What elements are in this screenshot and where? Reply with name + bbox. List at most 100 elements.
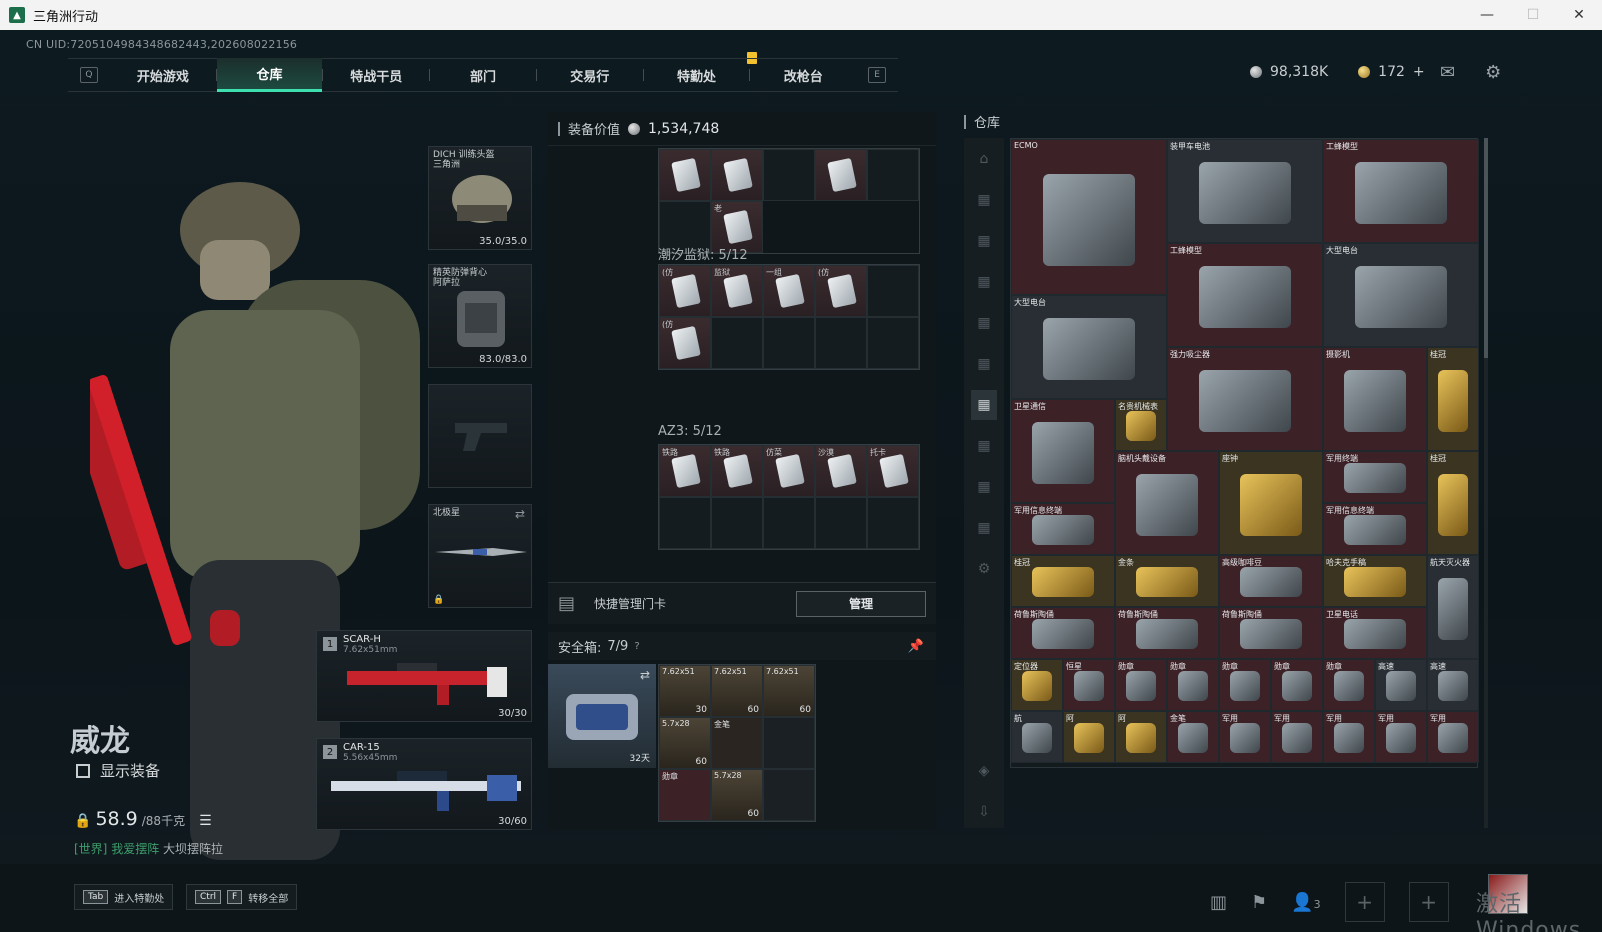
grid-item[interactable]: 铁路 bbox=[659, 445, 711, 497]
stash-item[interactable]: 桂冠 bbox=[1011, 555, 1115, 607]
manage-button[interactable]: 管理 bbox=[796, 590, 926, 617]
stash-item[interactable]: 军用终端 bbox=[1323, 451, 1427, 503]
settings-icon[interactable]: ⚙ bbox=[971, 554, 997, 584]
grid-item[interactable]: 仿菜 bbox=[763, 445, 815, 497]
flag-icon[interactable]: ⚑ bbox=[1251, 892, 1267, 913]
stash-item[interactable]: 大型电台 bbox=[1011, 295, 1167, 399]
stash-item[interactable]: 工蜂模型 bbox=[1167, 243, 1323, 347]
pistol-slot[interactable] bbox=[428, 384, 532, 488]
stash-item[interactable]: 军用 bbox=[1271, 711, 1323, 763]
stash-tab-icon[interactable]: ▦ bbox=[971, 185, 997, 215]
stash-item[interactable]: 航 bbox=[1011, 711, 1063, 763]
stash-tab-icon[interactable]: ⌂ bbox=[971, 144, 997, 174]
tab-market[interactable]: 交易行 bbox=[537, 58, 643, 92]
stash-item[interactable]: 座钟 bbox=[1219, 451, 1323, 555]
stats-icon[interactable]: ▥ bbox=[1210, 892, 1227, 913]
weapon-slot-1[interactable]: 1 SCAR-H 7.62x51mm 30/30 bbox=[316, 630, 532, 722]
stash-item[interactable]: 桂冠 bbox=[1427, 451, 1479, 555]
safebox-container[interactable]: ⇄ 32天 bbox=[548, 664, 656, 768]
stash-item[interactable]: 勋章 bbox=[1323, 659, 1375, 711]
stash-tab-icon[interactable]: ▦ bbox=[971, 472, 997, 502]
stash-item[interactable]: 脑机头戴设备 bbox=[1115, 451, 1219, 555]
grid-cell[interactable] bbox=[815, 317, 867, 369]
stash-item[interactable]: 卫星电话 bbox=[1323, 607, 1427, 659]
help-icon[interactable]: ? bbox=[634, 641, 639, 652]
grid-cell[interactable] bbox=[867, 265, 919, 317]
sort-icon[interactable]: ⇩ bbox=[971, 797, 997, 827]
maximize-button[interactable]: ☐ bbox=[1510, 0, 1556, 30]
pin-icon[interactable]: 📌 bbox=[908, 639, 924, 654]
stash-item[interactable]: 荷鲁斯陶俑 bbox=[1219, 607, 1323, 659]
tab-warehouse[interactable]: 仓库 bbox=[216, 58, 323, 92]
stash-item[interactable]: ECMO bbox=[1011, 139, 1167, 295]
stash-item[interactable]: 名贵机械表 bbox=[1115, 399, 1167, 451]
safe-item[interactable]: 勋章 bbox=[659, 769, 711, 821]
swap-icon[interactable]: ⇄ bbox=[515, 507, 525, 521]
minimize-button[interactable]: — bbox=[1464, 0, 1510, 30]
grid-item[interactable]: 沙漠 bbox=[815, 445, 867, 497]
stash-item[interactable]: 工蜂模型 bbox=[1323, 139, 1479, 243]
grid-item[interactable]: (仿 bbox=[815, 265, 867, 317]
stash-tab-icon[interactable]: ▦ bbox=[971, 226, 997, 256]
grid-item[interactable] bbox=[815, 149, 867, 201]
enter-special-ops-button[interactable]: Tab 进入特勤处 bbox=[74, 884, 174, 910]
gear-icon[interactable]: ⚙ bbox=[1485, 62, 1501, 83]
grid-item[interactable]: (仿 bbox=[659, 317, 711, 369]
grid-cell[interactable] bbox=[711, 317, 763, 369]
grid-item[interactable] bbox=[711, 149, 763, 201]
safebox-swap-icon[interactable]: ⇄ bbox=[640, 668, 650, 682]
safe-item[interactable]: 5.7x28 60 bbox=[711, 769, 763, 821]
grid-cell[interactable] bbox=[659, 497, 711, 549]
stash-item[interactable]: 军用信息终端 bbox=[1323, 503, 1427, 555]
scroll-thumb[interactable] bbox=[1484, 138, 1488, 358]
grid-cell[interactable] bbox=[763, 497, 815, 549]
tab-special-ops[interactable]: 特勤处 bbox=[644, 58, 750, 92]
safe-item[interactable]: 7.62x51 30 bbox=[659, 665, 711, 717]
stash-item[interactable]: 大型电台 bbox=[1323, 243, 1479, 347]
tab-gunsmith[interactable]: 改枪台 bbox=[750, 58, 856, 92]
grid-item[interactable]: 监狱 bbox=[711, 265, 763, 317]
safe-item[interactable]: 5.7x28 60 bbox=[659, 717, 711, 769]
stash-item[interactable]: 高速 bbox=[1427, 659, 1479, 711]
stash-item[interactable]: 军用 bbox=[1219, 711, 1271, 763]
safe-item[interactable]: 金笔 bbox=[711, 717, 763, 769]
mail-icon[interactable]: ✉ bbox=[1440, 62, 1455, 83]
grid-cell[interactable] bbox=[763, 149, 815, 201]
stash-item[interactable]: 航天灭火器 bbox=[1427, 555, 1479, 659]
stash-item[interactable]: 荷鲁斯陶俑 bbox=[1011, 607, 1115, 659]
grid-cell[interactable] bbox=[763, 317, 815, 369]
safe-cell[interactable] bbox=[763, 717, 815, 769]
stash-item[interactable]: 高级咖啡豆 bbox=[1219, 555, 1323, 607]
add-member-button[interactable]: + bbox=[1408, 882, 1449, 922]
stash-tab-icon[interactable]: ▦ bbox=[971, 308, 997, 338]
safe-cell[interactable] bbox=[763, 769, 815, 821]
stash-tab-icon[interactable]: ▦ bbox=[971, 349, 997, 379]
weapon-slot-2[interactable]: 2 CAR-15 5.56x45mm 30/60 bbox=[316, 738, 532, 830]
stash-tab-icon[interactable]: ▦ bbox=[971, 431, 997, 461]
stash-item[interactable]: 勋章 bbox=[1115, 659, 1167, 711]
list-icon[interactable]: ☰ bbox=[199, 813, 212, 829]
friends-icon[interactable]: 👤3 bbox=[1291, 892, 1320, 913]
grid-item[interactable] bbox=[659, 149, 711, 201]
melee-slot[interactable]: 北极星 ⇄ 🔒 bbox=[428, 504, 532, 608]
stash-item[interactable]: 勋章 bbox=[1219, 659, 1271, 711]
stash-item[interactable]: 桂冠 bbox=[1427, 347, 1479, 451]
stash-item[interactable]: 金笔 bbox=[1167, 711, 1219, 763]
stash-item[interactable]: 荷鲁斯陶俑 bbox=[1115, 607, 1219, 659]
grid-item[interactable]: 铁路 bbox=[711, 445, 763, 497]
stash-item[interactable]: 恒星 bbox=[1063, 659, 1115, 711]
stash-item[interactable]: 装甲车电池 bbox=[1167, 139, 1323, 243]
stash-item[interactable]: 高速 bbox=[1375, 659, 1427, 711]
stash-item[interactable]: 卫星通信 bbox=[1011, 399, 1115, 503]
stash-item[interactable]: 勋章 bbox=[1167, 659, 1219, 711]
stash-item[interactable]: 军用 bbox=[1427, 711, 1479, 763]
add-member-button[interactable]: + bbox=[1344, 882, 1385, 922]
grid-cell[interactable] bbox=[867, 497, 919, 549]
armor-slot[interactable]: 精英防弹背心 阿萨拉 83.0/83.0 bbox=[428, 264, 532, 368]
world-user[interactable]: 我爱摆阵 bbox=[111, 842, 159, 856]
nav-key-left[interactable]: Q bbox=[80, 67, 98, 83]
stash-item[interactable]: 军用 bbox=[1375, 711, 1427, 763]
grid-cell[interactable] bbox=[867, 149, 919, 201]
stash-scrollbar[interactable] bbox=[1484, 138, 1488, 828]
show-equipment-toggle[interactable]: 显示装备 bbox=[76, 760, 160, 781]
